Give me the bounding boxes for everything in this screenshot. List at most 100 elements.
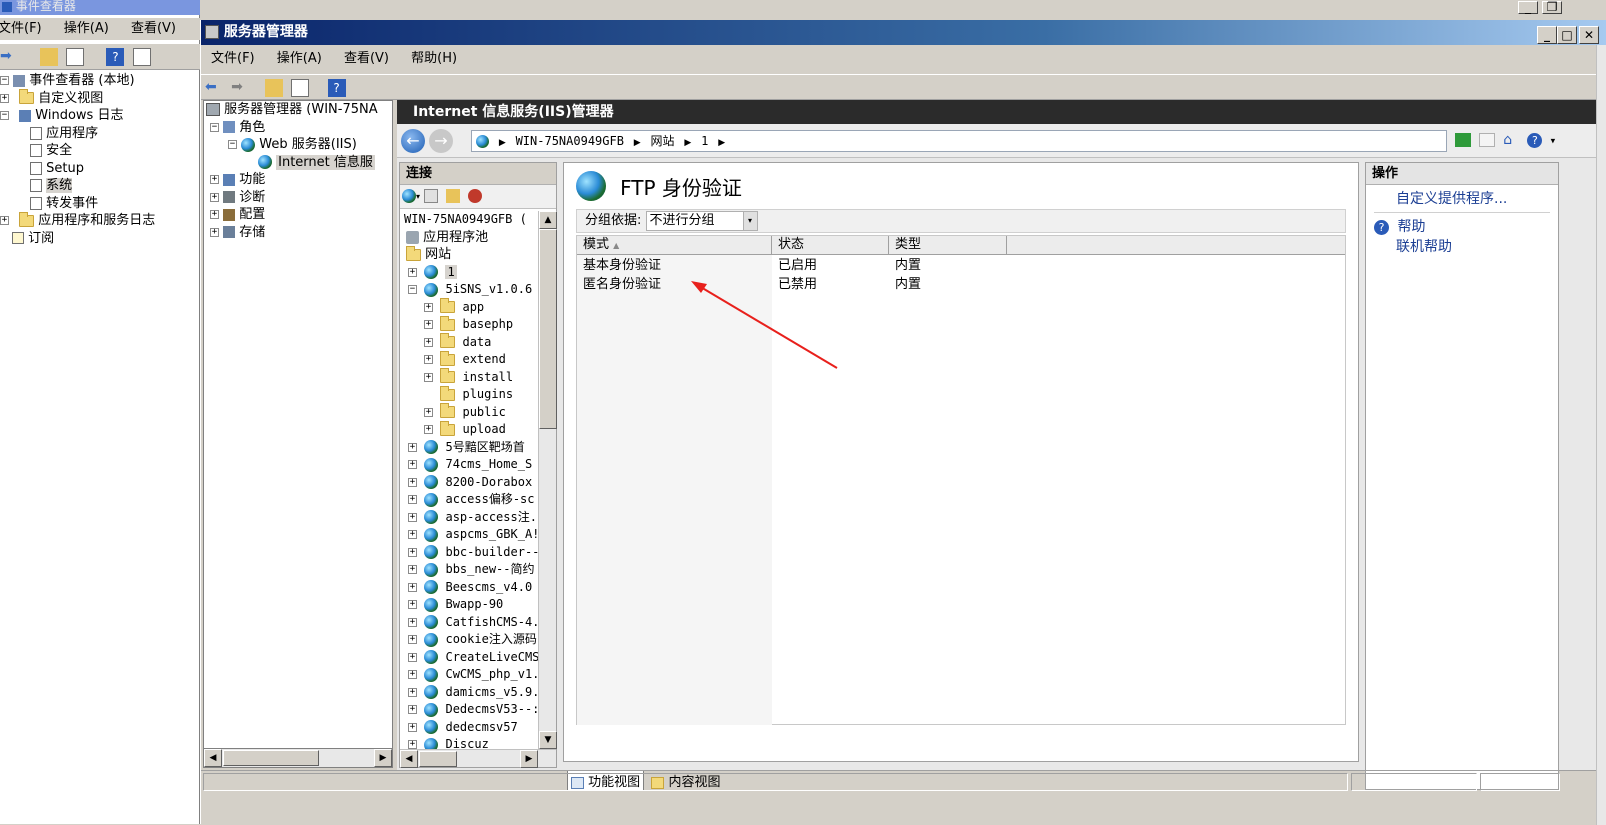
scroll-thumb[interactable] — [419, 751, 457, 767]
site-item[interactable]: + aspcms_GBK_A! — [400, 526, 538, 544]
event-viewer-titlebar[interactable]: 事件查看器 — [0, 0, 200, 15]
tree-item[interactable]: 安全 — [0, 142, 198, 160]
server-manager-titlebar[interactable]: 服务器管理器 _ □ ✕ — [201, 20, 1606, 45]
refresh-icon[interactable] — [1455, 133, 1471, 147]
expand-icon[interactable]: + — [408, 530, 417, 539]
tree-item[interactable]: − 事件查看器 (本地) — [0, 72, 198, 90]
back-button[interactable]: ← — [401, 129, 425, 153]
show-hide-tree-icon[interactable] — [66, 48, 85, 66]
site-item[interactable]: + Beescms_v4.0 — [400, 579, 538, 597]
tree-hscroll[interactable]: ◀ ▶ — [203, 748, 393, 768]
scroll-down-button[interactable]: ▼ — [539, 731, 557, 749]
home-icon[interactable]: ⌂ — [1503, 132, 1519, 148]
scroll-thumb[interactable] — [539, 229, 557, 429]
expand-icon[interactable]: + — [408, 582, 417, 592]
breadcrumb-server[interactable]: WIN-75NA0949GFB — [516, 134, 624, 148]
site-item[interactable]: + 5号黯区靶场首 — [400, 439, 538, 457]
scroll-up-button[interactable]: ▲ — [539, 211, 557, 229]
expand-icon[interactable]: + — [424, 320, 433, 329]
help-icon[interactable]: ? — [327, 79, 346, 97]
site-item[interactable]: + CwCMS_php_v1. — [400, 666, 538, 684]
action-help[interactable]: ? 帮助 — [1366, 217, 1558, 237]
site-item[interactable]: + 74cms_Home_S — [400, 456, 538, 474]
tree-item[interactable]: − Windows 日志 — [0, 107, 198, 125]
forward-icon[interactable]: ➡ — [231, 79, 249, 97]
folder-item[interactable]: + install — [400, 368, 538, 387]
tree-item[interactable]: 服务器管理器 (WIN-75NA — [204, 101, 392, 119]
tree-item[interactable]: Setup — [0, 160, 198, 178]
scroll-right-button[interactable]: ▶ — [520, 750, 538, 768]
expand-icon[interactable]: + — [408, 617, 417, 627]
expand-icon[interactable]: + — [408, 635, 417, 644]
expand-icon[interactable]: + — [408, 442, 417, 452]
expand-icon[interactable]: + — [0, 216, 9, 225]
menu-help[interactable]: 帮助(H) — [411, 51, 457, 66]
expand-icon[interactable]: + — [408, 477, 417, 487]
forward-button[interactable]: → — [429, 129, 453, 153]
expand-icon[interactable]: + — [408, 565, 417, 574]
site-item[interactable]: + 8200-Dorabox — [400, 474, 538, 492]
folder-item[interactable]: + public — [400, 403, 538, 422]
chevron-down-icon[interactable]: ▾ — [1551, 137, 1556, 147]
tree-item[interactable]: + 1 — [400, 264, 538, 282]
action-custom-provider[interactable]: 自定义提供程序... — [1366, 189, 1558, 209]
tree-item[interactable]: 订阅 — [0, 230, 198, 248]
expand-icon[interactable]: + — [210, 210, 219, 219]
scroll-thumb[interactable] — [223, 750, 319, 766]
up-folder-icon[interactable] — [40, 48, 59, 66]
expand-icon[interactable]: + — [408, 670, 417, 679]
tree-item[interactable]: 转发事件 — [0, 195, 198, 213]
tree-item-selected[interactable]: Internet 信息服 — [204, 154, 392, 172]
site-item[interactable]: + bbs_new--简约 — [400, 561, 538, 579]
up-folder-icon[interactable] — [265, 79, 284, 97]
site-item[interactable]: + Bwapp-90 — [400, 596, 538, 614]
expand-icon[interactable]: + — [408, 687, 417, 697]
collapse-icon[interactable]: − — [0, 111, 9, 120]
site-item[interactable]: + access偏移-sc — [400, 491, 538, 509]
expand-icon[interactable]: + — [408, 547, 417, 557]
site-item[interactable]: + CatfishCMS-4. — [400, 614, 538, 632]
forward-icon[interactable]: ➡ — [0, 48, 18, 66]
expand-icon[interactable]: + — [408, 600, 417, 609]
menu-view[interactable]: 查看(V) — [131, 21, 176, 36]
tree-item[interactable]: − Web 服务器(IIS) — [204, 136, 392, 154]
site-item[interactable]: + asp-access注. — [400, 509, 538, 527]
tree-item[interactable]: + 诊断 — [204, 189, 392, 207]
expand-icon[interactable]: + — [408, 267, 417, 277]
breadcrumb[interactable]: ▶ WIN-75NA0949GFB ▶ 网站 ▶ 1 ▶ — [471, 130, 1447, 152]
folder-item[interactable]: + upload — [400, 420, 538, 439]
tree-item[interactable]: + 功能 — [204, 171, 392, 189]
tree-item[interactable]: 应用程序 — [0, 125, 198, 143]
menu-view[interactable]: 查看(V) — [344, 51, 389, 66]
back-icon[interactable]: ⬅ — [205, 79, 223, 97]
breadcrumb-site[interactable]: 1 — [701, 134, 708, 148]
disconnect-icon[interactable] — [468, 188, 483, 203]
menu-file[interactable]: 文件(F) — [211, 51, 255, 66]
site-item[interactable]: + cookie注入源码 — [400, 631, 538, 649]
restore-button[interactable]: ❐ — [1542, 1, 1563, 14]
expand-icon[interactable]: + — [0, 93, 9, 103]
expand-icon[interactable]: + — [408, 495, 417, 504]
maximize-button[interactable]: □ — [1557, 26, 1577, 44]
tree-item[interactable]: + 存储 — [204, 224, 392, 242]
collapse-icon[interactable]: − — [0, 76, 9, 85]
tree-item[interactable]: + 自定义视图 — [0, 89, 198, 108]
expand-icon[interactable]: + — [424, 337, 433, 347]
chevron-down-icon[interactable]: ▾ — [416, 192, 420, 201]
folder-item[interactable]: + basephp — [400, 315, 538, 334]
help-dropdown-icon[interactable]: ? — [1527, 132, 1543, 148]
scroll-left-button[interactable]: ◀ — [400, 750, 418, 768]
site-item[interactable]: + bbc-builder-- — [400, 544, 538, 562]
folder-item[interactable]: plugins — [400, 385, 538, 404]
minimize-button[interactable]: _ — [1518, 1, 1538, 14]
folder-item[interactable]: + app — [400, 298, 538, 317]
expand-icon[interactable]: + — [408, 512, 417, 522]
help-icon[interactable]: ? — [106, 48, 125, 66]
collapse-icon[interactable]: − — [408, 285, 417, 294]
expand-icon[interactable]: + — [210, 192, 219, 202]
expand-icon[interactable]: + — [424, 425, 433, 434]
site-item[interactable]: + CreateLiveCMS — [400, 649, 538, 667]
site-item[interactable]: + DedecmsV53--: — [400, 701, 538, 719]
connections-vscroll[interactable]: ▲ ▼ — [538, 211, 557, 749]
expand-icon[interactable]: + — [424, 355, 433, 364]
